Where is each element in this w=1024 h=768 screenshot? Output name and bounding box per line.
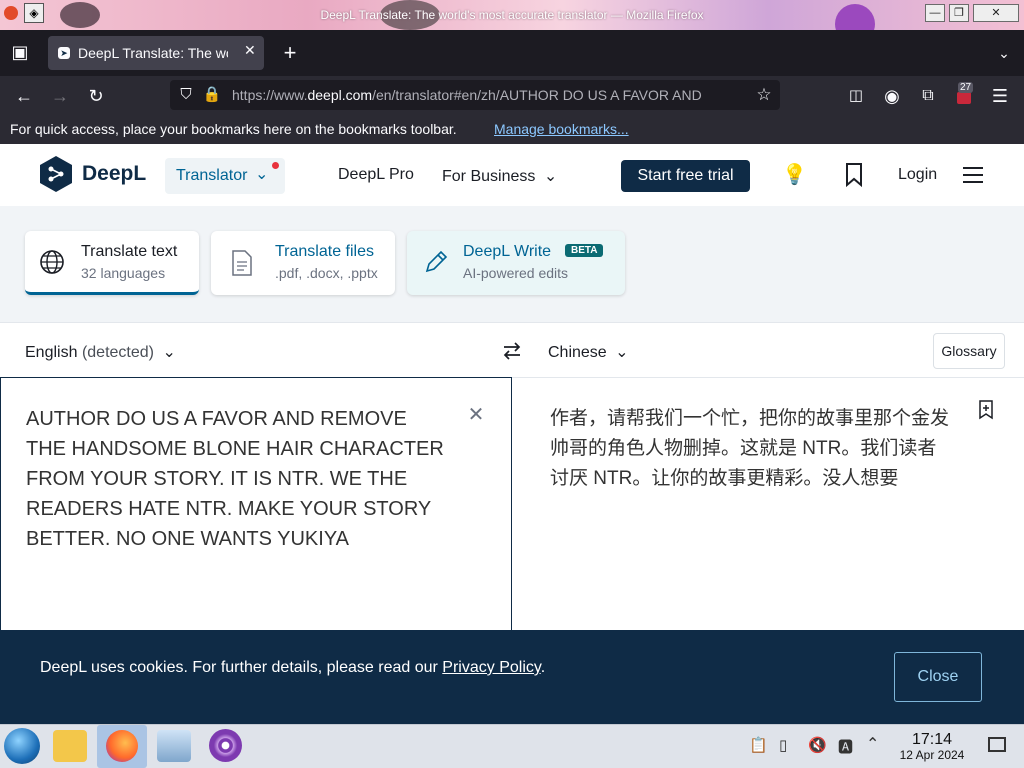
- clipboard-icon[interactable]: 📋: [749, 736, 768, 754]
- source-language-selector[interactable]: English (detected) ⌄: [25, 342, 176, 362]
- extension-icon: [957, 92, 971, 104]
- battery-icon[interactable]: ▯: [779, 736, 787, 754]
- account-icon[interactable]: ◉: [880, 84, 904, 108]
- close-tab-icon[interactable]: ✕: [244, 42, 260, 59]
- notification-dot: [272, 162, 279, 169]
- for-business-menu[interactable]: For Business ⌄: [442, 166, 557, 186]
- cookie-tail: .: [540, 659, 546, 676]
- chevron-down-icon: ⌄: [615, 344, 629, 361]
- tray-expand-chevron-up-icon[interactable]: ⌃: [866, 734, 879, 754]
- lock-icon[interactable]: 🔒: [202, 83, 222, 107]
- source-textarea[interactable]: AUTHOR DO US A FAVOR AND REMOVE THE HAND…: [26, 404, 446, 554]
- menu-hamburger-icon[interactable]: [962, 164, 984, 186]
- target-language-selector[interactable]: Chinese ⌄: [548, 342, 629, 362]
- document-icon: [231, 249, 253, 277]
- file-manager-icon[interactable]: [53, 730, 87, 762]
- target-language: Chinese: [548, 344, 607, 361]
- start-free-trial-button[interactable]: Start free trial: [621, 160, 750, 192]
- pencil-icon: [423, 249, 449, 275]
- cookie-message: DeepL uses cookies. For further details,…: [40, 659, 545, 677]
- beta-badge: BETA: [565, 244, 604, 257]
- extension-badge: 27: [958, 82, 974, 93]
- globe-icon: [39, 249, 65, 275]
- card-title: Translate files: [275, 243, 374, 260]
- minimize-window-icon[interactable]: —: [925, 4, 945, 22]
- cookie-banner: DeepL uses cookies. For further details,…: [0, 630, 1024, 724]
- card-title: DeepL Write: [463, 243, 552, 260]
- source-language: English: [25, 344, 78, 361]
- chevron-down-icon: ⌄: [255, 166, 269, 183]
- extensions-puzzle-icon[interactable]: ⧉: [916, 84, 940, 108]
- bookmark-star-icon[interactable]: ☆: [754, 83, 774, 107]
- cookie-text: DeepL uses cookies. For further details,…: [40, 659, 443, 676]
- extension-button[interactable]: 27: [952, 82, 976, 108]
- shield-icon[interactable]: ⛉: [176, 83, 196, 107]
- manage-bookmarks-link[interactable]: Manage bookmarks...: [494, 121, 629, 137]
- target-text-panel: 作者，请帮我们一个忙，把你的故事里那个金发帅哥的角色人物删掉。这就是 NTR。我…: [512, 377, 1024, 637]
- swap-languages-icon[interactable]: [500, 339, 524, 363]
- window-titlebar: ◈ DeepL Translate: The world's most accu…: [0, 0, 1024, 30]
- mute-speaker-icon[interactable]: 🔇: [808, 736, 827, 754]
- source-text-panel[interactable]: AUTHOR DO US A FAVOR AND REMOVE THE HAND…: [0, 377, 512, 637]
- translation-output[interactable]: 作者，请帮我们一个忙，把你的故事里那个金发帅哥的角色人物删掉。这就是 NTR。我…: [550, 404, 950, 494]
- clear-text-close-icon[interactable]: ✕: [466, 402, 486, 426]
- tab-deepl[interactable]: ➤ DeepL Translate: The wo ✕: [48, 36, 264, 70]
- translator-nav-button[interactable]: Translator ⌄: [165, 158, 285, 194]
- url-path: /en/translator#en/zh/AUTHOR DO US A FAVO…: [372, 87, 702, 103]
- for-business-label: For Business: [442, 168, 536, 185]
- card-subtitle: AI-powered edits: [463, 265, 569, 281]
- cookie-close-button[interactable]: Close: [894, 652, 982, 702]
- url-domain: deepl.com: [307, 87, 373, 103]
- url-text[interactable]: https://www.deepl.com/en/translator#en/z…: [232, 87, 747, 103]
- back-arrow-icon[interactable]: ←: [12, 84, 36, 108]
- list-tabs-chevron-down-icon[interactable]: ⌄: [992, 41, 1016, 65]
- card-subtitle: .pdf, .docx, .pptx: [275, 265, 378, 281]
- pocket-icon[interactable]: ◫: [844, 84, 868, 108]
- keyboard-layout-icon[interactable]: 🅰: [838, 736, 853, 757]
- save-translation-bookmark-icon[interactable]: [978, 400, 998, 422]
- login-link[interactable]: Login: [898, 166, 937, 184]
- deepl-logo-icon[interactable]: [40, 156, 72, 192]
- deepl-page: DeepL Translator ⌄ DeepL Pro For Busines…: [0, 144, 1024, 724]
- clock-date[interactable]: 12 Apr 2024: [893, 748, 971, 762]
- maximize-window-icon[interactable]: ❐: [949, 4, 969, 22]
- bookmarks-toolbar: For quick access, place your bookmarks h…: [0, 116, 1024, 144]
- privacy-policy-link[interactable]: Privacy Policy: [442, 659, 540, 676]
- new-tab-icon[interactable]: +: [278, 41, 302, 65]
- window-title: DeepL Translate: The world's most accura…: [320, 8, 704, 22]
- url-bar[interactable]: ⛉ 🔒 https://www.deepl.com/en/translator#…: [170, 80, 780, 110]
- firefox-icon: [106, 730, 138, 762]
- clock-time[interactable]: 17:14: [895, 731, 969, 749]
- detected-label: (detected): [81, 344, 154, 361]
- tab-title: DeepL Translate: The wo: [78, 45, 228, 61]
- language-bar: English (detected) ⌄ Chinese ⌄ Glossary: [0, 322, 1024, 378]
- forward-arrow-icon[interactable]: →: [48, 84, 72, 108]
- control-panel-icon[interactable]: [157, 730, 191, 762]
- chevron-down-icon: ⌄: [543, 168, 558, 185]
- deepl-write-card[interactable]: DeepL Write BETA AI-powered edits: [407, 231, 625, 295]
- glossary-button[interactable]: Glossary: [933, 333, 1005, 369]
- app-menu-hamburger-icon[interactable]: ☰: [988, 84, 1012, 108]
- translator-nav-label: Translator: [176, 167, 248, 184]
- tor-browser-icon[interactable]: [209, 729, 242, 762]
- deepl-favicon-icon: ➤: [58, 47, 70, 59]
- taskbar-firefox-active[interactable]: [97, 725, 147, 768]
- show-desktop-icon[interactable]: [988, 737, 1006, 752]
- deepl-logo-text[interactable]: DeepL: [82, 162, 146, 186]
- translate-files-card[interactable]: Translate files .pdf, .docx, .pptx: [211, 231, 395, 295]
- chevron-down-icon: ⌄: [162, 344, 176, 361]
- deepl-pro-link[interactable]: DeepL Pro: [338, 166, 414, 184]
- card-title: Translate text: [81, 243, 178, 260]
- lightbulb-icon[interactable]: 💡: [782, 162, 807, 188]
- translate-text-card[interactable]: Translate text 32 languages: [25, 231, 199, 295]
- url-prefix: https://www.: [232, 87, 308, 103]
- bookmark-icon[interactable]: [843, 162, 865, 188]
- bookmarks-message: For quick access, place your bookmarks h…: [10, 121, 457, 137]
- deepl-header: DeepL Translator ⌄ DeepL Pro For Busines…: [0, 144, 1024, 206]
- close-window-icon[interactable]: ✕: [973, 4, 1019, 22]
- card-subtitle: 32 languages: [81, 265, 166, 281]
- start-menu-icon[interactable]: [4, 728, 40, 764]
- reload-icon[interactable]: ↻: [84, 84, 108, 108]
- all-tabs-icon[interactable]: ▣: [8, 40, 32, 64]
